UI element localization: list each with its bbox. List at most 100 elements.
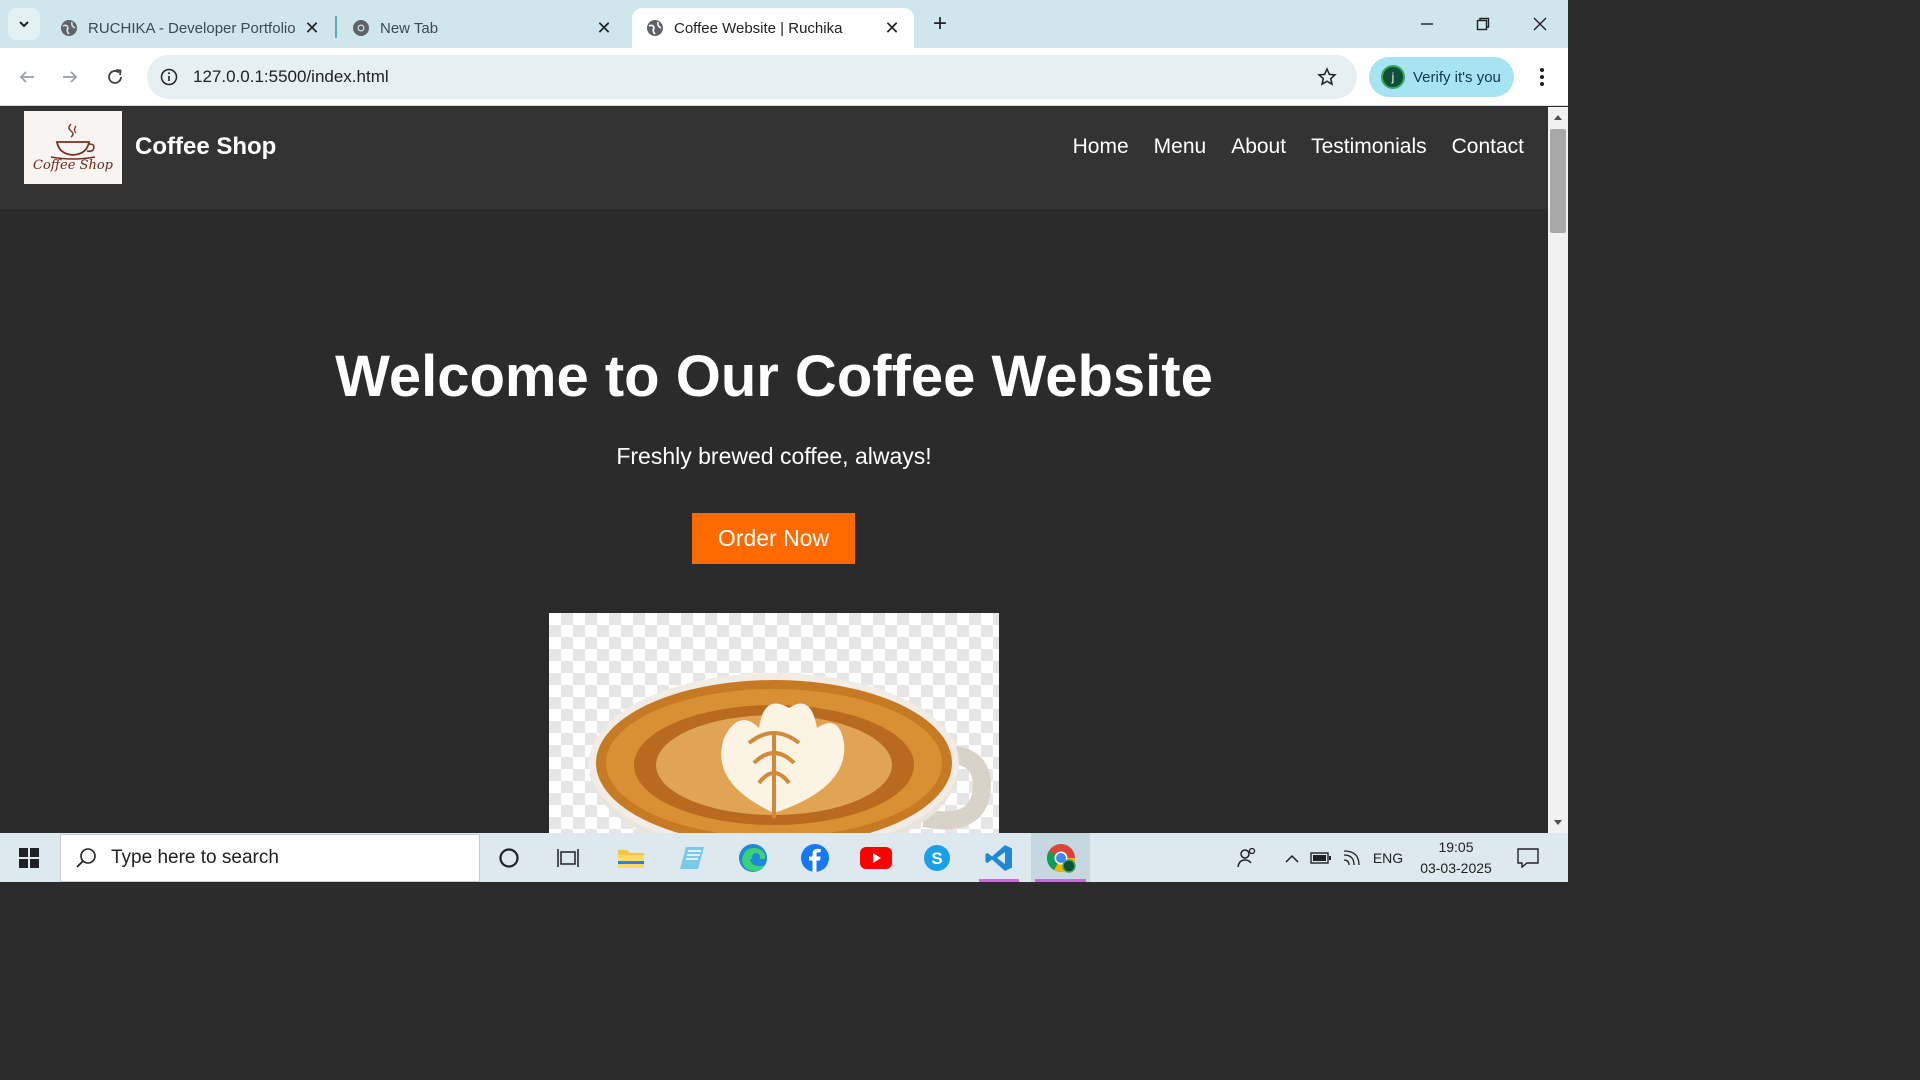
task-view-button[interactable] [546,833,590,882]
hero-subtitle: Freshly brewed coffee, always! [616,443,932,469]
skype-icon: S [924,844,950,871]
logo-text: Coffee Shop [33,158,113,173]
tab-coffee-website[interactable]: Coffee Website | Ruchika ✕ [632,8,914,48]
tab-separator [335,16,337,38]
restore-icon [1476,17,1490,31]
battery-icon [1310,851,1331,864]
cortana-button[interactable] [487,833,531,882]
notepad-icon [680,846,704,869]
browser-toolbar: 127.0.0.1:5500/index.html j Verify it's … [0,48,1568,106]
reload-icon [108,69,122,84]
close-icon[interactable]: ✕ [882,18,902,38]
input-language-indicator[interactable]: ENG [1370,833,1406,882]
tab-title: Coffee Website | Ruchika [674,19,843,37]
chrome-icon [1046,843,1076,873]
close-icon [1533,17,1547,31]
nav-about[interactable]: About [1231,135,1286,159]
notification-icon [1517,847,1539,868]
page-scrollbar[interactable] [1548,107,1568,833]
action-center-button[interactable] [1508,833,1548,882]
order-now-button[interactable]: Order Now [692,513,855,564]
windows-taskbar: Type here to search S ENG 19:05 03-03-20… [0,833,1568,882]
taskbar-file-explorer[interactable] [608,833,654,882]
minimize-button[interactable] [1399,0,1455,48]
windows-logo-icon [19,847,39,868]
taskbar-search-box[interactable]: Type here to search [60,834,480,882]
globe-icon [61,20,77,36]
url-text[interactable]: 127.0.0.1:5500/index.html [193,67,389,87]
svg-text:S: S [931,849,942,868]
taskbar-youtube[interactable] [853,833,899,882]
arrow-right-icon [63,71,78,83]
network-status[interactable] [1340,833,1366,882]
tab-portfolio[interactable]: RUCHIKA - Developer Portfolio ✕ [46,8,334,48]
tab-title: New Tab [380,19,439,37]
edge-icon [739,843,767,872]
coffee-cup-icon [50,123,96,160]
back-button[interactable] [11,61,43,93]
running-indicator [1035,879,1086,882]
tab-new-tab[interactable]: New Tab ✕ [338,8,626,48]
cortana-circle-icon [499,847,519,868]
forward-button[interactable] [54,61,86,93]
reload-button[interactable] [99,61,131,93]
hero-title: Welcome to Our Coffee Website [335,344,1213,409]
wifi-icon [1343,849,1360,865]
close-icon[interactable]: ✕ [302,18,322,38]
facebook-icon [801,843,829,872]
browser-tabstrip: RUCHIKA - Developer Portfolio ✕ New Tab … [0,0,1568,48]
close-window-button[interactable] [1512,0,1568,48]
battery-status[interactable] [1308,833,1334,882]
nav-contact[interactable]: Contact [1452,135,1524,159]
youtube-icon [860,846,892,869]
taskbar-clock[interactable]: 19:05 03-03-2025 [1408,837,1504,879]
new-tab-button[interactable]: + [926,10,954,38]
people-icon [1237,847,1256,867]
verify-label: Verify it's you [1413,68,1501,86]
show-hidden-icons-button[interactable] [1280,833,1304,882]
site-header: Coffee Shop Coffee Shop Home Menu About … [0,107,1548,209]
taskbar-vscode[interactable] [975,833,1023,882]
vscode-icon [985,844,1012,871]
nav-testimonials[interactable]: Testimonials [1311,135,1427,159]
scrollbar-thumb[interactable] [1550,129,1566,233]
arrow-left-icon [19,71,34,83]
clock-time: 19:05 [1438,839,1474,855]
tab-search-button[interactable] [8,8,40,40]
people-button[interactable] [1230,833,1264,882]
close-icon[interactable]: ✕ [594,18,614,38]
chevron-down-icon [19,21,29,28]
bookmark-star-icon[interactable] [1315,65,1339,89]
browser-menu-button[interactable] [1528,62,1556,92]
folder-icon [618,849,644,868]
task-view-icon [557,848,579,867]
chrome-icon [353,20,369,36]
scroll-up-arrow-icon[interactable] [1548,109,1568,125]
restore-button[interactable] [1455,0,1511,48]
taskbar-edge[interactable] [730,833,776,882]
site-info-icon[interactable] [157,65,181,89]
address-bar[interactable]: 127.0.0.1:5500/index.html [147,55,1357,99]
taskbar-notepad[interactable] [669,833,715,882]
more-vert-icon [1540,68,1544,86]
minimize-icon [1421,23,1433,25]
tab-title: RUCHIKA - Developer Portfolio [88,19,296,37]
scroll-down-arrow-icon[interactable] [1548,815,1568,831]
taskbar-facebook[interactable] [792,833,838,882]
start-button[interactable] [0,833,58,882]
site-logo[interactable]: Coffee Shop [24,111,122,184]
taskbar-skype[interactable]: S [914,833,960,882]
site-brand[interactable]: Coffee Shop [135,133,276,161]
nav-home[interactable]: Home [1073,135,1129,159]
globe-icon [647,20,663,36]
page-viewport: Coffee Shop Coffee Shop Home Menu About … [0,107,1548,833]
running-indicator [979,879,1019,882]
plus-icon: + [932,10,947,37]
taskbar-chrome[interactable] [1031,833,1090,882]
latte-cup-illustration [589,673,991,833]
chevron-up-icon [1285,854,1299,863]
nav-menu[interactable]: Menu [1154,135,1207,159]
clock-date: 03-03-2025 [1420,860,1492,876]
profile-verify-chip[interactable]: j Verify it's you [1369,57,1514,97]
search-placeholder: Type here to search [111,847,279,868]
